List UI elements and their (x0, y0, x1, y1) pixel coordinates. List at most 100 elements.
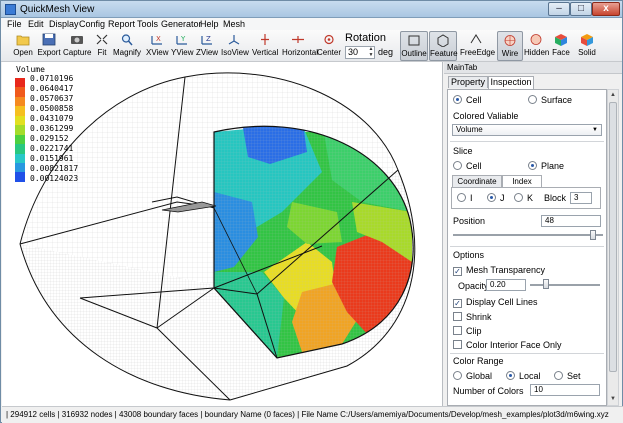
save-icon (42, 33, 56, 46)
legend-swatch (15, 153, 25, 163)
range-local-radio[interactable]: Local (506, 371, 541, 381)
position-input[interactable]: 48 (541, 215, 601, 227)
render-viewport[interactable]: Volume 0.0710196 0.0640417 0.0570637 0.0… (2, 62, 443, 406)
toolbar: Open Export Capture Fit Magnify X XView … (1, 30, 622, 62)
legend-title: Volume (16, 65, 45, 74)
svg-text:Z: Z (206, 35, 211, 43)
legend-swatch (15, 134, 25, 145)
minimize-button[interactable]: – (548, 2, 570, 16)
opacity-input[interactable]: 0.20 (486, 279, 526, 291)
tab-property[interactable]: Property (448, 76, 488, 88)
xview-button[interactable]: X XView (146, 31, 169, 61)
horizontal-button[interactable]: Horizontal (282, 31, 318, 61)
axis-i-radio[interactable]: I (457, 193, 473, 203)
isoview-button[interactable]: IsoView (221, 31, 249, 61)
center-button[interactable]: Center (317, 31, 341, 61)
color-interior-checkbox[interactable]: Color Interior Face Only (453, 340, 562, 350)
range-set-radio[interactable]: Set (554, 371, 581, 381)
num-colors-label: Number of Colors (453, 386, 524, 396)
axis-j-radio[interactable]: J (487, 193, 505, 203)
center-icon (324, 34, 334, 45)
range-global-radio[interactable]: Global (453, 371, 492, 381)
fit-button[interactable]: Fit (94, 31, 110, 61)
menu-display[interactable]: Display (49, 19, 79, 29)
magnify-button[interactable]: Magnify (113, 31, 141, 61)
maximize-button[interactable]: □ (570, 2, 592, 16)
feature-button[interactable]: Feature (429, 31, 458, 61)
free-edge-icon (470, 34, 482, 44)
menu-generator[interactable]: Generator (161, 19, 202, 29)
block-input[interactable]: 3 (570, 192, 592, 204)
close-button[interactable]: x (592, 2, 620, 16)
slice-plane-radio[interactable]: Plane (528, 161, 564, 171)
opacity-slider-thumb[interactable] (542, 279, 549, 289)
target-cell-radio[interactable]: Cell (453, 95, 482, 105)
legend-swatch (15, 144, 25, 154)
slice-cell-radio[interactable]: Cell (453, 161, 482, 171)
colored-variable-select[interactable]: Volume ▼ (452, 124, 602, 136)
folder-icon (16, 35, 30, 46)
subtab-index[interactable]: Index (502, 175, 542, 187)
yview-button[interactable]: Y YView (171, 31, 194, 61)
menu-file[interactable]: File (7, 19, 22, 29)
divider (450, 141, 604, 142)
vertical-button[interactable]: Vertical (252, 31, 278, 61)
menu-help[interactable]: Help (200, 19, 219, 29)
subtab-coordinate[interactable]: Coordinate (452, 175, 502, 187)
opacity-slider-track[interactable] (530, 284, 600, 286)
wire-icon (504, 35, 516, 46)
menu-edit[interactable]: Edit (28, 19, 44, 29)
iso-view-icon (228, 35, 240, 45)
open-button[interactable]: Open (11, 31, 35, 61)
fit-icon (96, 34, 108, 45)
legend-swatch (15, 78, 25, 88)
menu-mesh[interactable]: Mesh (223, 19, 245, 29)
menu-config[interactable]: Config (79, 19, 105, 29)
main-tab-panel: MainTab Property Inspection ▲ ▼ Cell Sur… (444, 62, 622, 406)
checkbox-checked-icon: ✓ (453, 267, 462, 276)
wire-button[interactable]: Wire (497, 31, 523, 61)
scroll-down-icon[interactable]: ▼ (609, 395, 617, 403)
num-colors-input[interactable]: 10 (530, 384, 600, 396)
menu-tools[interactable]: Tools (137, 19, 158, 29)
freeedge-button[interactable]: FreeEdge (460, 31, 495, 61)
radio-off-icon (453, 371, 462, 380)
feature-icon (437, 34, 449, 47)
window-title: QuickMesh View (20, 4, 95, 15)
magnify-icon (121, 34, 133, 46)
dropdown-arrow-icon: ▼ (592, 127, 598, 133)
app-window: QuickMesh View – □ x File Edit Display C… (0, 0, 623, 423)
panel-scrollbar[interactable]: ▲ ▼ (607, 89, 619, 406)
legend-swatch (15, 96, 25, 107)
vertical-icon (261, 34, 269, 45)
divider (450, 246, 604, 247)
position-slider-thumb[interactable] (589, 230, 596, 240)
rotation-spinner[interactable]: ▲ ▼ (367, 46, 375, 59)
shrink-checkbox[interactable]: Shrink (453, 312, 492, 322)
z-axis-view-icon: Z (201, 35, 212, 45)
menu-report[interactable]: Report (108, 19, 135, 29)
mesh-transparency-checkbox[interactable]: ✓ Mesh Transparency (453, 265, 545, 276)
scroll-up-icon[interactable]: ▲ (609, 91, 617, 99)
axis-k-radio[interactable]: K (514, 193, 533, 203)
title-bar[interactable]: QuickMesh View – □ x (1, 1, 622, 18)
position-label: Position (453, 216, 486, 226)
spin-down-icon[interactable]: ▼ (367, 52, 375, 58)
position-slider-track[interactable] (453, 234, 603, 236)
radio-off-icon (514, 193, 523, 202)
tab-inspection[interactable]: Inspection (488, 76, 534, 89)
clip-checkbox[interactable]: Clip (453, 326, 482, 336)
checkbox-unchecked-icon (453, 326, 462, 335)
target-surface-radio[interactable]: Surface (528, 95, 572, 105)
outline-button[interactable]: Outline (400, 31, 428, 61)
scroll-thumb[interactable] (609, 102, 617, 372)
color-legend (15, 78, 25, 182)
export-button[interactable]: Export (37, 31, 61, 61)
display-cell-lines-checkbox[interactable]: ✓ Display Cell Lines (453, 297, 538, 308)
camera-icon (71, 36, 83, 44)
capture-button[interactable]: Capture (63, 31, 91, 61)
zview-button[interactable]: Z ZView (196, 31, 218, 61)
face-button[interactable]: Face (551, 31, 571, 61)
solid-button[interactable]: Solid (576, 31, 598, 61)
hidden-button[interactable]: Hidden (524, 31, 549, 61)
